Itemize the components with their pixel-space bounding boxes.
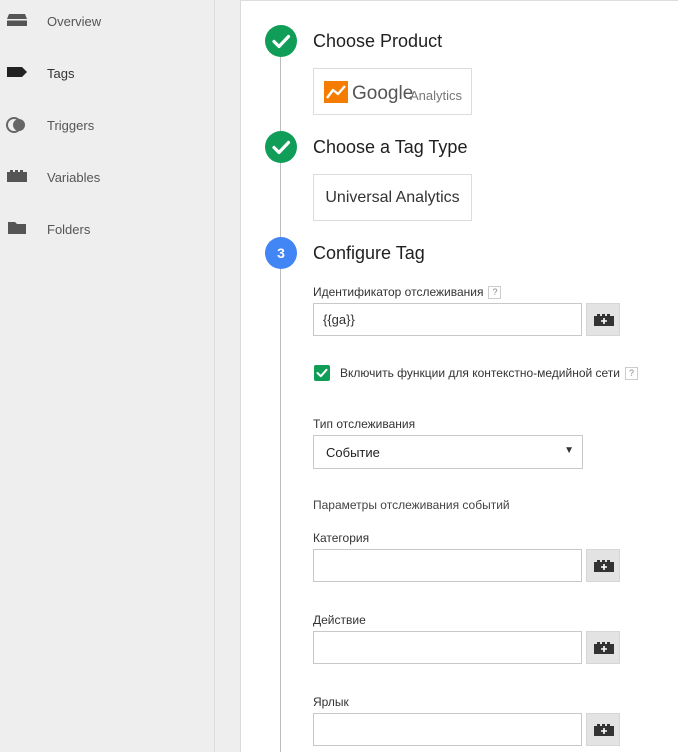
category-input[interactable]: [313, 549, 582, 582]
panel-divider: [215, 0, 241, 752]
folder-icon: [6, 220, 28, 236]
sidebar-item-overview[interactable]: Overview: [0, 0, 214, 52]
variable-picker-button[interactable]: [586, 549, 620, 582]
product-card-google-analytics[interactable]: Google Analytics: [313, 68, 472, 115]
sidebar-item-variables[interactable]: Variables: [0, 156, 214, 208]
display-features-label: Включить функции для контекстно-медийной…: [340, 366, 639, 380]
product-name-analytics: Analytics: [410, 88, 463, 103]
overview-icon: [6, 12, 28, 28]
step-number-badge: 3: [265, 237, 297, 269]
dropdown-arrow-icon: ▼: [564, 445, 574, 456]
track-type-selected-value: Событие: [326, 445, 380, 460]
help-icon[interactable]: ?: [488, 286, 502, 299]
sidebar-item-tags[interactable]: Tags: [0, 52, 214, 104]
step-title-configure-tag: Configure Tag: [313, 243, 425, 263]
label-input[interactable]: [313, 713, 582, 746]
track-type-label: Тип отслеживания: [313, 417, 416, 431]
tag-icon: [6, 64, 28, 80]
variables-icon: [6, 168, 28, 184]
add-variable-icon: [594, 560, 614, 572]
label-field-label: Ярлык: [313, 695, 349, 709]
tag-type-card-universal-analytics[interactable]: Universal Analytics: [313, 174, 472, 221]
add-variable-icon: [594, 642, 614, 654]
sidebar-item-label: Overview: [47, 14, 102, 29]
tracking-id-label-text: Идентификатор отслеживания: [313, 285, 484, 299]
tag-editor: Choose Product Google Analytics Choose a…: [241, 0, 678, 752]
sidebar: Overview Tags Triggers Variables Folders: [0, 0, 215, 752]
tracking-id-input[interactable]: {{ga}}: [313, 303, 582, 336]
variable-picker-button[interactable]: [586, 631, 620, 664]
add-variable-icon: [594, 724, 614, 736]
step-complete-icon: [265, 25, 297, 57]
variable-picker-button[interactable]: [586, 713, 620, 746]
sidebar-item-triggers[interactable]: Triggers: [0, 104, 214, 156]
triggers-icon: [6, 116, 28, 133]
header-divider: [241, 0, 678, 1]
action-input[interactable]: [313, 631, 582, 664]
sidebar-item-label: Tags: [47, 66, 75, 81]
step-title-choose-tag-type: Choose a Tag Type: [313, 137, 468, 157]
category-label: Категория: [313, 531, 370, 545]
step-complete-icon: [265, 131, 297, 163]
product-name-google: Google: [352, 83, 414, 104]
tag-type-label: Universal Analytics: [325, 189, 460, 206]
variable-picker-button[interactable]: [586, 303, 620, 336]
track-type-select[interactable]: Событие ▼: [313, 435, 583, 469]
analytics-logo-icon: [324, 81, 348, 108]
help-icon[interactable]: ?: [625, 367, 639, 380]
sidebar-item-label: Folders: [47, 222, 91, 237]
add-variable-icon: [594, 314, 614, 326]
tracking-id-label: Идентификатор отслеживания?: [313, 285, 502, 299]
step-title-choose-product: Choose Product: [313, 31, 443, 51]
sidebar-item-folders[interactable]: Folders: [0, 208, 214, 260]
action-label: Действие: [313, 613, 366, 627]
display-features-label-text: Включить функции для контекстно-медийной…: [340, 366, 621, 380]
sidebar-item-label: Variables: [47, 170, 101, 185]
display-features-checkbox[interactable]: [314, 365, 330, 381]
sidebar-item-label: Triggers: [47, 118, 95, 133]
event-params-heading: Параметры отслеживания событий: [313, 498, 510, 512]
